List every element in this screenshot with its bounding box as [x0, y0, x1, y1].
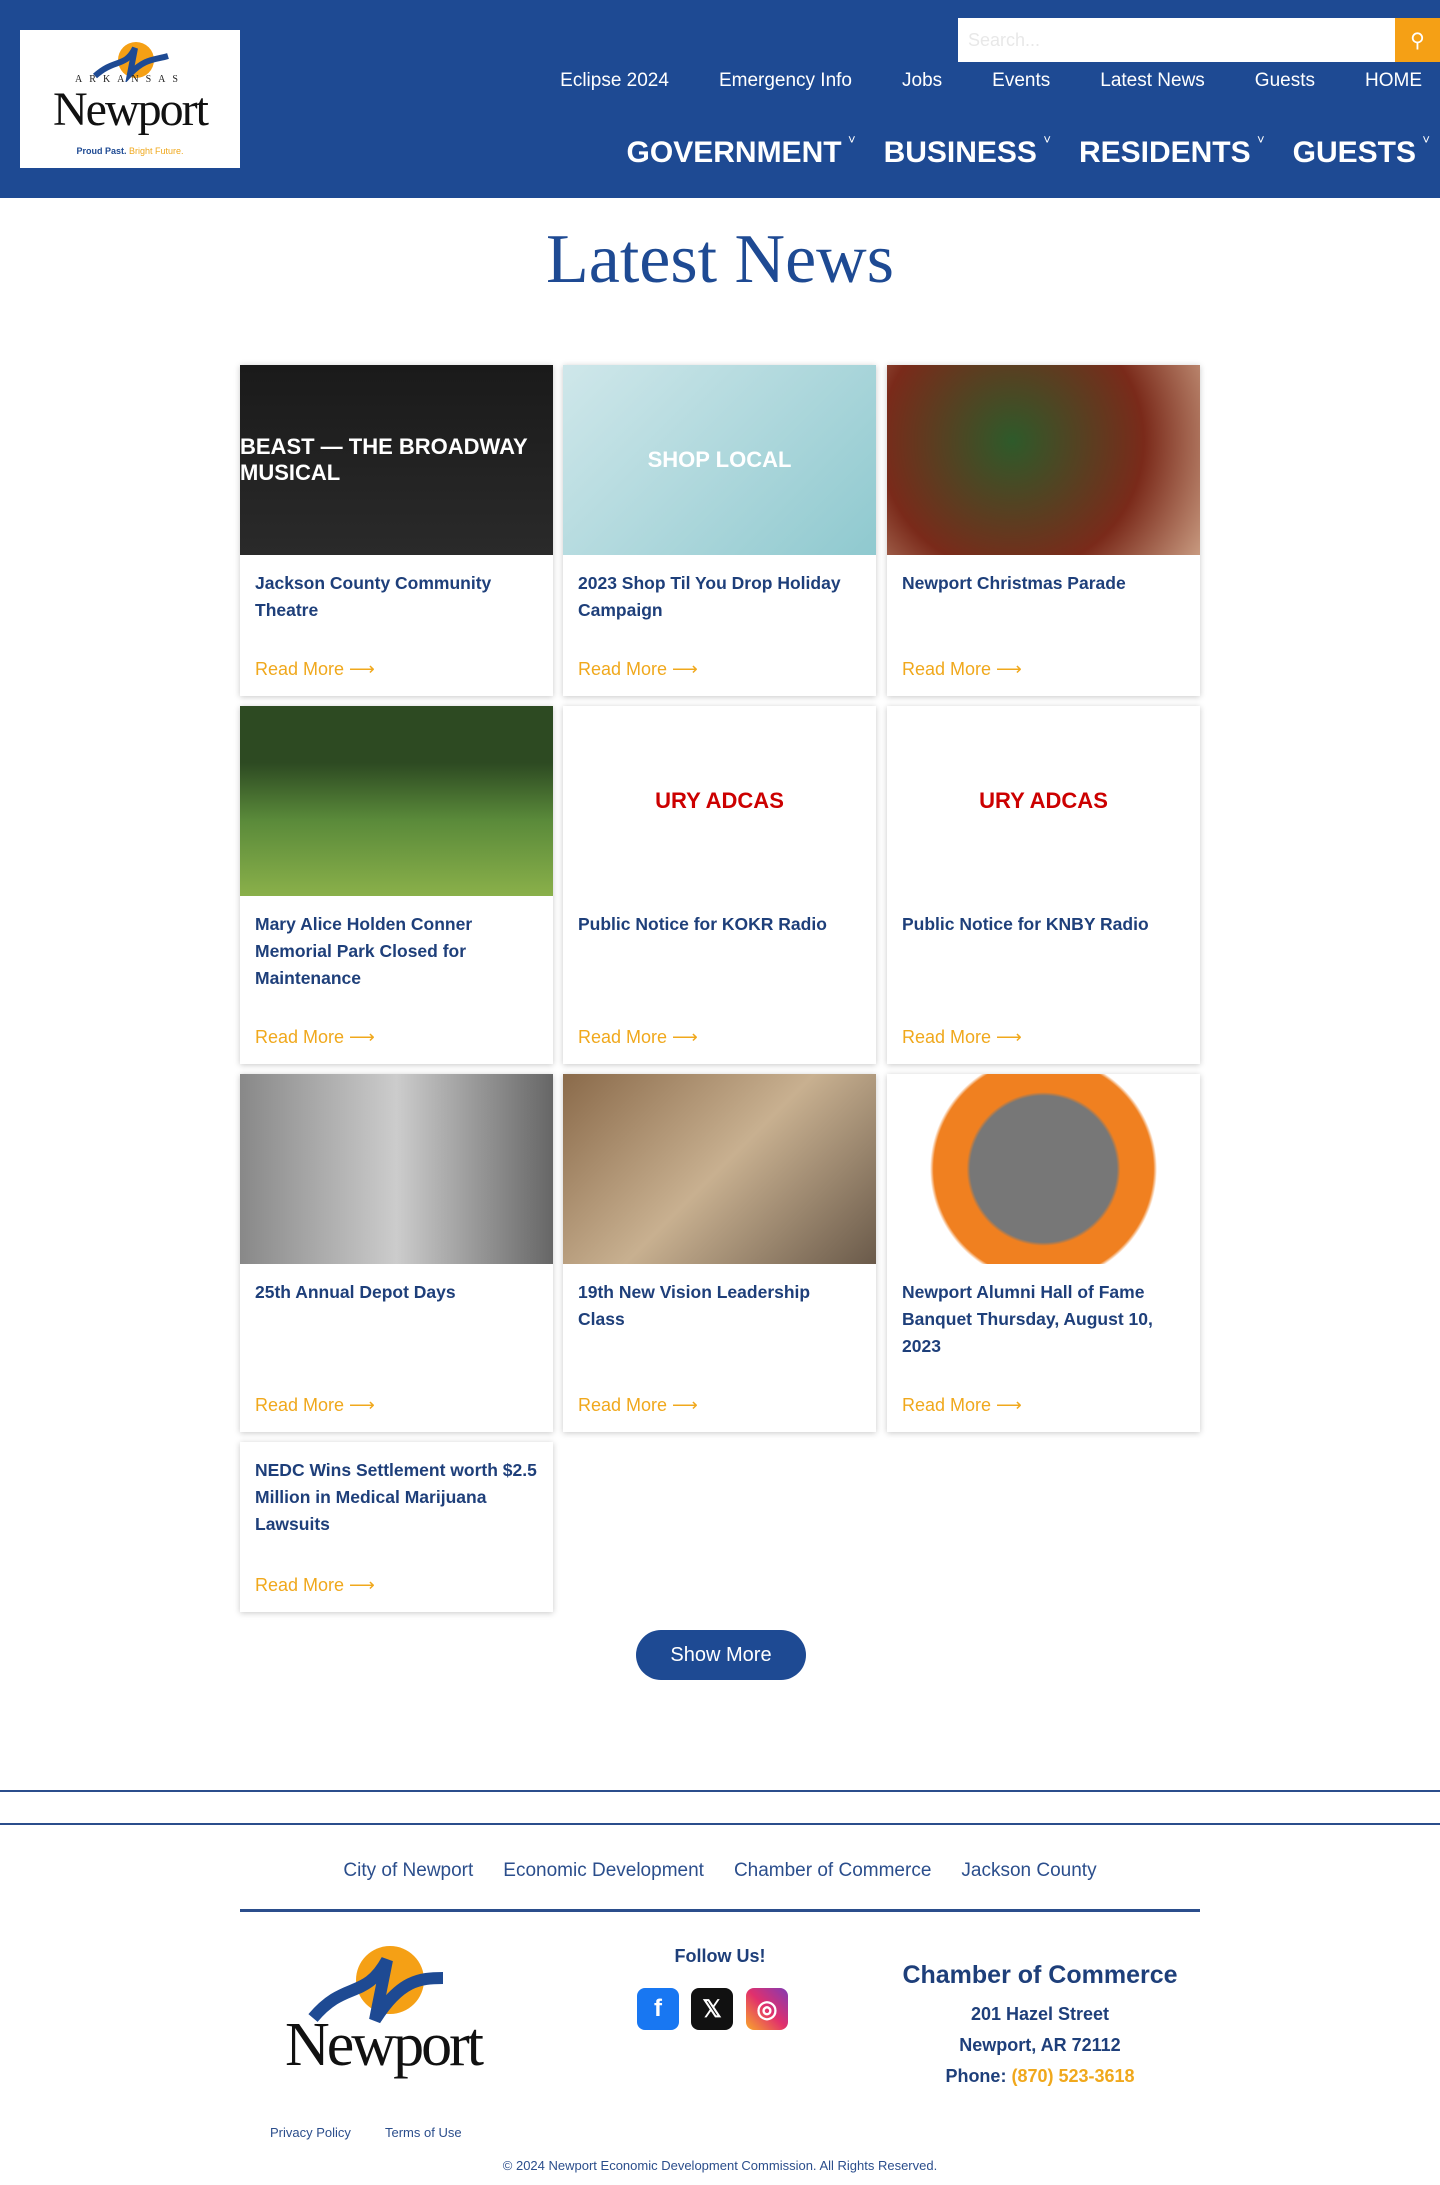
news-card[interactable]: URY ADCAS Public Notice for KOKR Radio Rea…: [563, 706, 876, 1064]
footer-logo-name: Newport: [285, 2011, 484, 2079]
footer-logo[interactable]: Newport: [285, 1940, 515, 2090]
read-more-link[interactable]: Read More ⟶: [578, 1395, 698, 1416]
news-card-title[interactable]: Public Notice for KNBY Radio: [887, 896, 1200, 938]
top-nav: Eclipse 2024 Emergency Info Jobs Events …: [535, 70, 1440, 92]
privacy-policy-link[interactable]: Privacy Policy: [270, 2125, 351, 2140]
chamber-street: 201 Hazel Street: [970, 2004, 1110, 2024]
news-card-image[interactable]: [563, 1074, 876, 1264]
phone-label: Phone:: [945, 2066, 1007, 2086]
news-card-title[interactable]: 2023 Shop Til You Drop Holiday Campaign: [563, 555, 876, 624]
read-more-link[interactable]: Read More ⟶: [902, 659, 1022, 680]
x-twitter-icon[interactable]: 𝕏: [691, 1988, 733, 2030]
search-input[interactable]: [958, 18, 1395, 62]
read-more-link[interactable]: Read More ⟶: [255, 659, 375, 680]
top-nav-jobs[interactable]: Jobs: [877, 70, 967, 92]
site-logo[interactable]: ARKANSAS Newport Proud Past. Bright Futu…: [20, 30, 240, 168]
news-card[interactable]: 25th Annual Depot Days Read More ⟶: [240, 1074, 553, 1432]
news-card-image[interactable]: [887, 1074, 1200, 1264]
image-text: BEAST — THE BROADWAY MUSICAL: [240, 434, 528, 485]
tagline-a: Proud Past.: [76, 146, 127, 156]
main-nav-residents[interactable]: RESIDENTS ˅: [1078, 132, 1265, 170]
terms-of-use-link[interactable]: Terms of Use: [385, 2125, 462, 2140]
news-card-title[interactable]: Newport Alumni Hall of Fame Banquet Thur…: [887, 1264, 1200, 1360]
read-more-link[interactable]: Read More ⟶: [578, 659, 698, 680]
image-text: URY ADCAS: [655, 788, 784, 813]
chevron-down-icon: ˅: [1257, 132, 1265, 147]
instagram-icon[interactable]: ◎: [746, 1988, 788, 2030]
news-card-title[interactable]: Jackson County Community Theatre: [240, 555, 553, 624]
top-nav-guests[interactable]: Guests: [1230, 70, 1340, 92]
news-card-title[interactable]: Public Notice for KOKR Radio: [563, 896, 876, 938]
logo-tagline: Proud Past. Bright Future.: [20, 146, 240, 156]
image-text: SHOP LOCAL: [647, 447, 792, 472]
read-more-link[interactable]: Read More ⟶: [902, 1027, 1022, 1048]
footer-link-county[interactable]: Jackson County: [961, 1860, 1096, 1882]
top-nav-emergency[interactable]: Emergency Info: [694, 70, 877, 92]
news-card[interactable]: URY ADCAS Public Notice for KNBY Radio Rea…: [887, 706, 1200, 1064]
news-card[interactable]: NEDC Wins Settlement worth $2.5 Million …: [240, 1442, 553, 1612]
read-more-link[interactable]: Read More ⟶: [255, 1575, 375, 1596]
chamber-city: Newport, AR 72112: [959, 2035, 1121, 2055]
chevron-down-icon: ˅: [847, 132, 856, 147]
footer-link-chamber[interactable]: Chamber of Commerce: [734, 1860, 931, 1882]
facebook-icon[interactable]: f: [637, 1988, 679, 2030]
top-nav-events[interactable]: Events: [967, 70, 1075, 92]
site-header: ARKANSAS Newport Proud Past. Bright Futu…: [0, 0, 1440, 198]
page-title: Latest News: [546, 221, 894, 298]
chamber-contact: Chamber of Commerce 201 Hazel Street New…: [880, 1960, 1200, 2092]
chevron-down-icon: ˅: [1422, 132, 1430, 147]
read-more-link[interactable]: Read More ⟶: [255, 1395, 375, 1416]
main-nav-label: GOVERNMENT: [626, 136, 842, 169]
news-card-title[interactable]: NEDC Wins Settlement worth $2.5 Million …: [240, 1442, 553, 1538]
main-nav: GOVERNMENT ˅ BUSINESS ˅ RESIDENTS ˅ GUESTS ˅: [599, 132, 1430, 170]
news-card[interactable]: BEAST — THE BROADWAY MUSICAL Jackson Coun…: [240, 365, 553, 696]
tagline-b: Bright Future.: [129, 146, 184, 156]
top-nav-eclipse[interactable]: Eclipse 2024: [535, 70, 694, 92]
main-nav-label: RESIDENTS: [1078, 136, 1251, 169]
search-icon: ⚲: [1410, 29, 1425, 52]
footer-link-econ-dev[interactable]: Economic Development: [503, 1860, 704, 1882]
news-card[interactable]: SHOP LOCAL 2023 Shop Til You Drop Holiday…: [563, 365, 876, 696]
news-card-image[interactable]: URY ADCAS: [887, 706, 1200, 896]
footer-divider: [0, 1823, 1440, 1825]
footer-links: City of Newport Economic Development Cha…: [0, 1860, 1440, 1882]
main-nav-government[interactable]: GOVERNMENT ˅: [626, 132, 856, 170]
copyright: © 2024 Newport Economic Development Comm…: [502, 2158, 938, 2173]
footer-link-city[interactable]: City of Newport: [343, 1860, 473, 1882]
news-card-image[interactable]: SHOP LOCAL: [563, 365, 876, 555]
main-nav-label: BUSINESS: [883, 136, 1037, 169]
chamber-title: Chamber of Commerce: [902, 1961, 1178, 1989]
main-nav-business[interactable]: BUSINESS ˅: [883, 132, 1051, 170]
news-card-image[interactable]: [887, 365, 1200, 555]
follow-us-label: Follow Us!: [674, 1946, 766, 1966]
news-card[interactable]: Mary Alice Holden Conner Memorial Park C…: [240, 706, 553, 1064]
chevron-down-icon: ˅: [1043, 132, 1051, 147]
footer-divider: [0, 1790, 1440, 1792]
read-more-link[interactable]: Read More ⟶: [902, 1395, 1022, 1416]
read-more-link[interactable]: Read More ⟶: [578, 1027, 698, 1048]
chamber-phone-row: Phone: (870) 523-3618: [880, 2061, 1200, 2092]
news-card[interactable]: Newport Alumni Hall of Fame Banquet Thur…: [887, 1074, 1200, 1432]
phone-link[interactable]: (870) 523-3618: [1011, 2066, 1134, 2086]
main-nav-guests[interactable]: GUESTS ˅: [1292, 132, 1430, 170]
news-card-title[interactable]: Mary Alice Holden Conner Memorial Park C…: [240, 896, 553, 992]
news-card[interactable]: Newport Christmas Parade Read More ⟶: [887, 365, 1200, 696]
logo-name: Newport: [53, 83, 209, 136]
read-more-link[interactable]: Read More ⟶: [255, 1027, 375, 1048]
news-card-image[interactable]: [240, 706, 553, 896]
news-card-title[interactable]: 19th New Vision Leadership Class: [563, 1264, 876, 1333]
news-card-title[interactable]: Newport Christmas Parade: [887, 555, 1200, 597]
search-button[interactable]: ⚲: [1395, 18, 1440, 62]
news-card-image[interactable]: [240, 1074, 553, 1264]
show-more-button[interactable]: Show More: [636, 1630, 806, 1680]
footer-divider: [240, 1909, 1200, 1912]
news-card-title[interactable]: 25th Annual Depot Days: [240, 1264, 553, 1306]
news-card-image[interactable]: BEAST — THE BROADWAY MUSICAL: [240, 365, 553, 555]
news-card-image[interactable]: URY ADCAS: [563, 706, 876, 896]
top-nav-home[interactable]: HOME: [1340, 70, 1440, 92]
top-nav-latest-news[interactable]: Latest News: [1075, 70, 1230, 92]
image-text: URY ADCAS: [979, 788, 1108, 813]
main-nav-label: GUESTS: [1292, 136, 1416, 169]
news-card[interactable]: 19th New Vision Leadership Class Read Mor…: [563, 1074, 876, 1432]
